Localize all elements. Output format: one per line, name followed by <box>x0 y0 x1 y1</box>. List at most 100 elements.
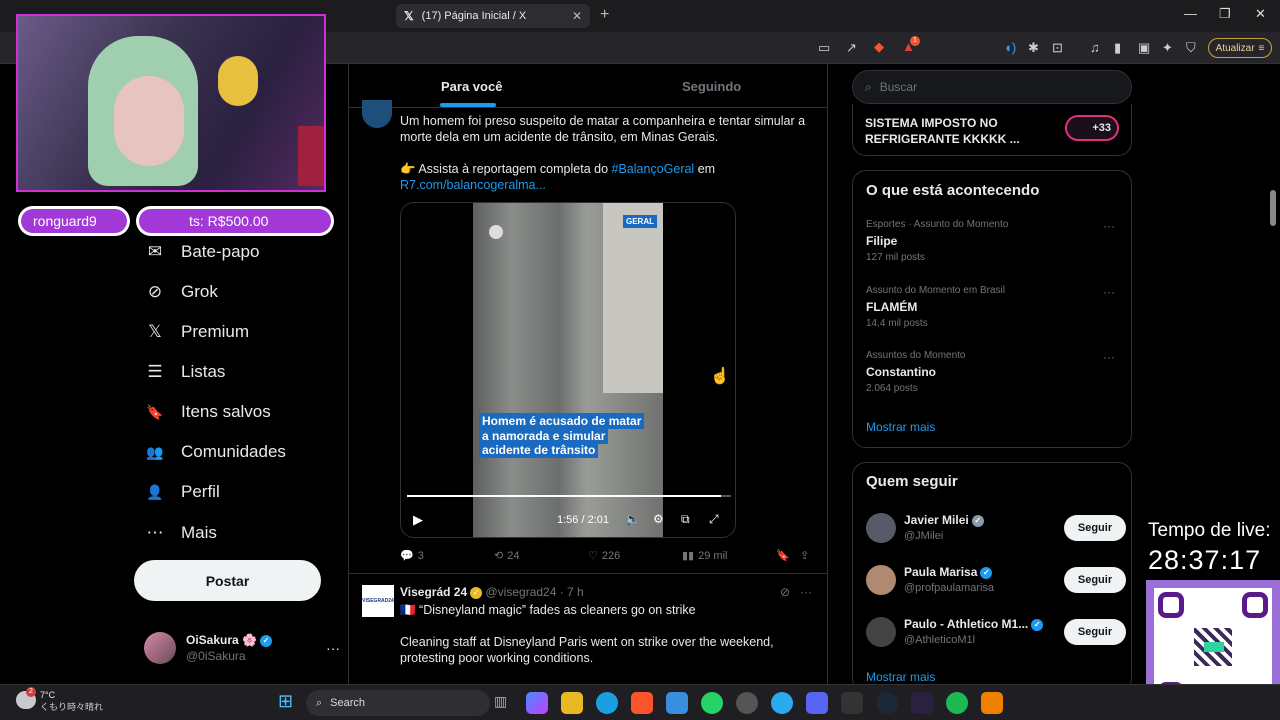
vlc-icon[interactable] <box>981 692 1003 714</box>
new-tab-button[interactable]: + <box>600 6 609 24</box>
spotify-icon[interactable] <box>946 692 968 714</box>
share-icon[interactable]: ⇪ <box>800 549 809 562</box>
follow-button[interactable]: Seguir <box>1064 567 1126 593</box>
file-explorer-icon[interactable] <box>561 692 583 714</box>
minimize-button[interactable]: — <box>1184 6 1197 21</box>
suggested-user[interactable]: Paulo - Athletico M1... ✓ @AthleticoM1l S… <box>866 615 1126 649</box>
search-input[interactable]: ⌕ Buscar <box>852 70 1132 104</box>
follow-button[interactable]: Seguir <box>1064 515 1126 541</box>
nav-item-premium[interactable]: 𝕏 Premium <box>144 318 249 346</box>
nav-item-lists[interactable]: ☰ Listas <box>144 358 225 386</box>
bookmark-icon[interactable]: 🔖 <box>776 549 790 562</box>
trend-more-icon[interactable]: ··· <box>1103 285 1115 299</box>
suggested-user[interactable]: Paula Marisa ✓ @profpaulamarisa Seguir <box>866 563 1126 597</box>
trend-more-icon[interactable]: ··· <box>1103 350 1115 364</box>
trend-more-icon[interactable]: ··· <box>1103 219 1115 233</box>
post-button[interactable]: Postar <box>134 560 321 601</box>
nav-item-chat[interactable]: ✉ Bate-papo <box>144 238 260 266</box>
grok-icon: ⊘ <box>147 282 163 301</box>
update-button[interactable]: Atualizar ≡ <box>1208 38 1272 58</box>
trend-card[interactable]: SISTEMA IMPOSTO NO REFRIGERANTE KKKKK ..… <box>852 104 1132 156</box>
scrollbar-thumb[interactable] <box>1270 190 1276 226</box>
like-action[interactable]: ♡ 226 <box>588 549 620 563</box>
reply-action[interactable]: 💬 3 <box>400 549 424 563</box>
brave-icon[interactable] <box>631 692 653 714</box>
volume-icon[interactable]: 🔈 <box>625 512 640 526</box>
follow-button[interactable]: Seguir <box>1064 619 1126 645</box>
video-progress-track[interactable] <box>407 495 731 497</box>
trend-item[interactable]: Esportes · Assunto do Momento Filipe 127… <box>866 219 1126 263</box>
trend-item[interactable]: Assunto do Momento em Brasil FLAMÉM 14,4… <box>866 285 1126 329</box>
more-icon[interactable]: ··· <box>800 585 812 599</box>
close-window-button[interactable]: ✕ <box>1255 6 1266 22</box>
leo-ai-icon[interactable]: ✦ <box>1162 40 1173 56</box>
sidebar-icon[interactable]: ▮ <box>1114 40 1121 56</box>
task-view-icon[interactable]: ▥ <box>494 693 507 710</box>
x-premium-icon: 𝕏 <box>148 322 162 341</box>
trend-name: Constantino <box>866 365 936 379</box>
edge-icon[interactable] <box>596 692 618 714</box>
grok-icon[interactable]: ⊘ <box>780 585 790 599</box>
channel-logo-icon <box>489 225 503 239</box>
whatsapp-icon[interactable] <box>701 692 723 714</box>
trend-posts: 127 mil posts <box>866 252 925 263</box>
maximize-button[interactable]: ❐ <box>1219 6 1231 22</box>
tab-close-icon[interactable]: ✕ <box>572 9 582 23</box>
views-action[interactable]: ▮▮ 29 mil <box>682 549 727 563</box>
pip-icon[interactable]: ⧉ <box>681 512 690 527</box>
app-icon[interactable] <box>841 692 863 714</box>
telegram-icon[interactable] <box>771 692 793 714</box>
store-icon[interactable] <box>666 692 688 714</box>
retweet-action[interactable]: ⟲ 24 <box>494 549 519 563</box>
suggested-user[interactable]: Javier Milei ✓ @JMilei Seguir <box>866 511 1126 545</box>
video-player[interactable]: GERAL Homem é acusado de matar a namorad… <box>400 202 736 538</box>
browser-tab-active[interactable]: 𝕏 (17) Página Inicial / X ✕ <box>396 4 590 28</box>
account-more-icon[interactable]: ··· <box>326 640 340 656</box>
nav-item-communities[interactable]: 👥 Comunidades <box>144 438 286 466</box>
reply-count: 3 <box>417 549 424 562</box>
steam-icon[interactable] <box>876 692 898 714</box>
tab-following[interactable]: Seguindo <box>682 79 741 94</box>
windows-start-icon[interactable]: ⊞ <box>278 691 293 712</box>
account-switcher[interactable]: OiSakura 🌸 ✓ @0iSakura ··· <box>144 628 340 668</box>
taskbar: 2 7°C くもり時々晴れ ⊞ ⌕ Search ▥ <box>0 684 1280 720</box>
brave-shield-icon[interactable]: ◆ <box>874 39 884 55</box>
verified-icon: ✓ <box>470 586 483 599</box>
author-name[interactable]: Visegrád 24 <box>400 585 467 599</box>
more-icon: ⋯ <box>146 523 164 542</box>
cast-icon[interactable]: ▭ <box>818 40 830 56</box>
music-icon[interactable]: ♫ <box>1090 40 1100 55</box>
cursor-icon: ☝ <box>710 368 730 385</box>
extensions-icon[interactable]: ✱ <box>1028 40 1039 56</box>
audio-icon[interactable]: ◖) <box>1004 40 1016 55</box>
tweet-link[interactable]: R7.com/balancogeralma... <box>400 177 820 193</box>
obs-icon[interactable] <box>736 692 758 714</box>
avatar[interactable]: VISEGRAD24 <box>362 585 394 617</box>
author-handle: @visegrad24 · 7 h <box>485 585 584 599</box>
hashtag-link[interactable]: #BalançoGeral <box>612 162 695 176</box>
show-more-link[interactable]: Mostrar mais <box>866 670 935 684</box>
copilot-icon[interactable] <box>526 692 548 714</box>
tab-for-you[interactable]: Para você <box>441 79 502 94</box>
wallet-icon[interactable]: ▣ <box>1138 40 1150 56</box>
nav-item-bookmarks[interactable]: 🔖 Itens salvos <box>144 398 270 426</box>
nav-item-grok[interactable]: ⊘ Grok <box>144 278 218 306</box>
share-icon[interactable]: ↗ <box>846 40 857 56</box>
screenshot-icon[interactable]: ⊡ <box>1052 40 1063 56</box>
fullscreen-icon[interactable]: ⤢ <box>709 512 719 527</box>
settings-icon[interactable]: ⚙ <box>653 512 664 526</box>
nav-item-more[interactable]: ⋯ Mais <box>144 519 217 547</box>
weather-widget[interactable]: 7°C くもり時々晴れ <box>40 689 103 713</box>
discord-icon[interactable] <box>806 692 828 714</box>
vpn-icon[interactable]: ⛉ <box>1186 40 1196 56</box>
profile-icon: 👤 <box>146 483 164 500</box>
game-launcher-icon[interactable] <box>911 692 933 714</box>
play-icon[interactable]: ▶ <box>413 512 423 528</box>
trend-item[interactable]: Assuntos do Momento Constantino 2.064 po… <box>866 350 1126 394</box>
divider <box>348 107 828 108</box>
show-more-link[interactable]: Mostrar mais <box>866 420 935 434</box>
taskbar-search[interactable]: ⌕ Search <box>306 690 490 716</box>
weather-desc: くもり時々晴れ <box>40 702 104 712</box>
nav-item-profile[interactable]: 👤 Perfil <box>144 478 219 506</box>
spaces-badge[interactable]: +33 <box>1065 115 1119 141</box>
